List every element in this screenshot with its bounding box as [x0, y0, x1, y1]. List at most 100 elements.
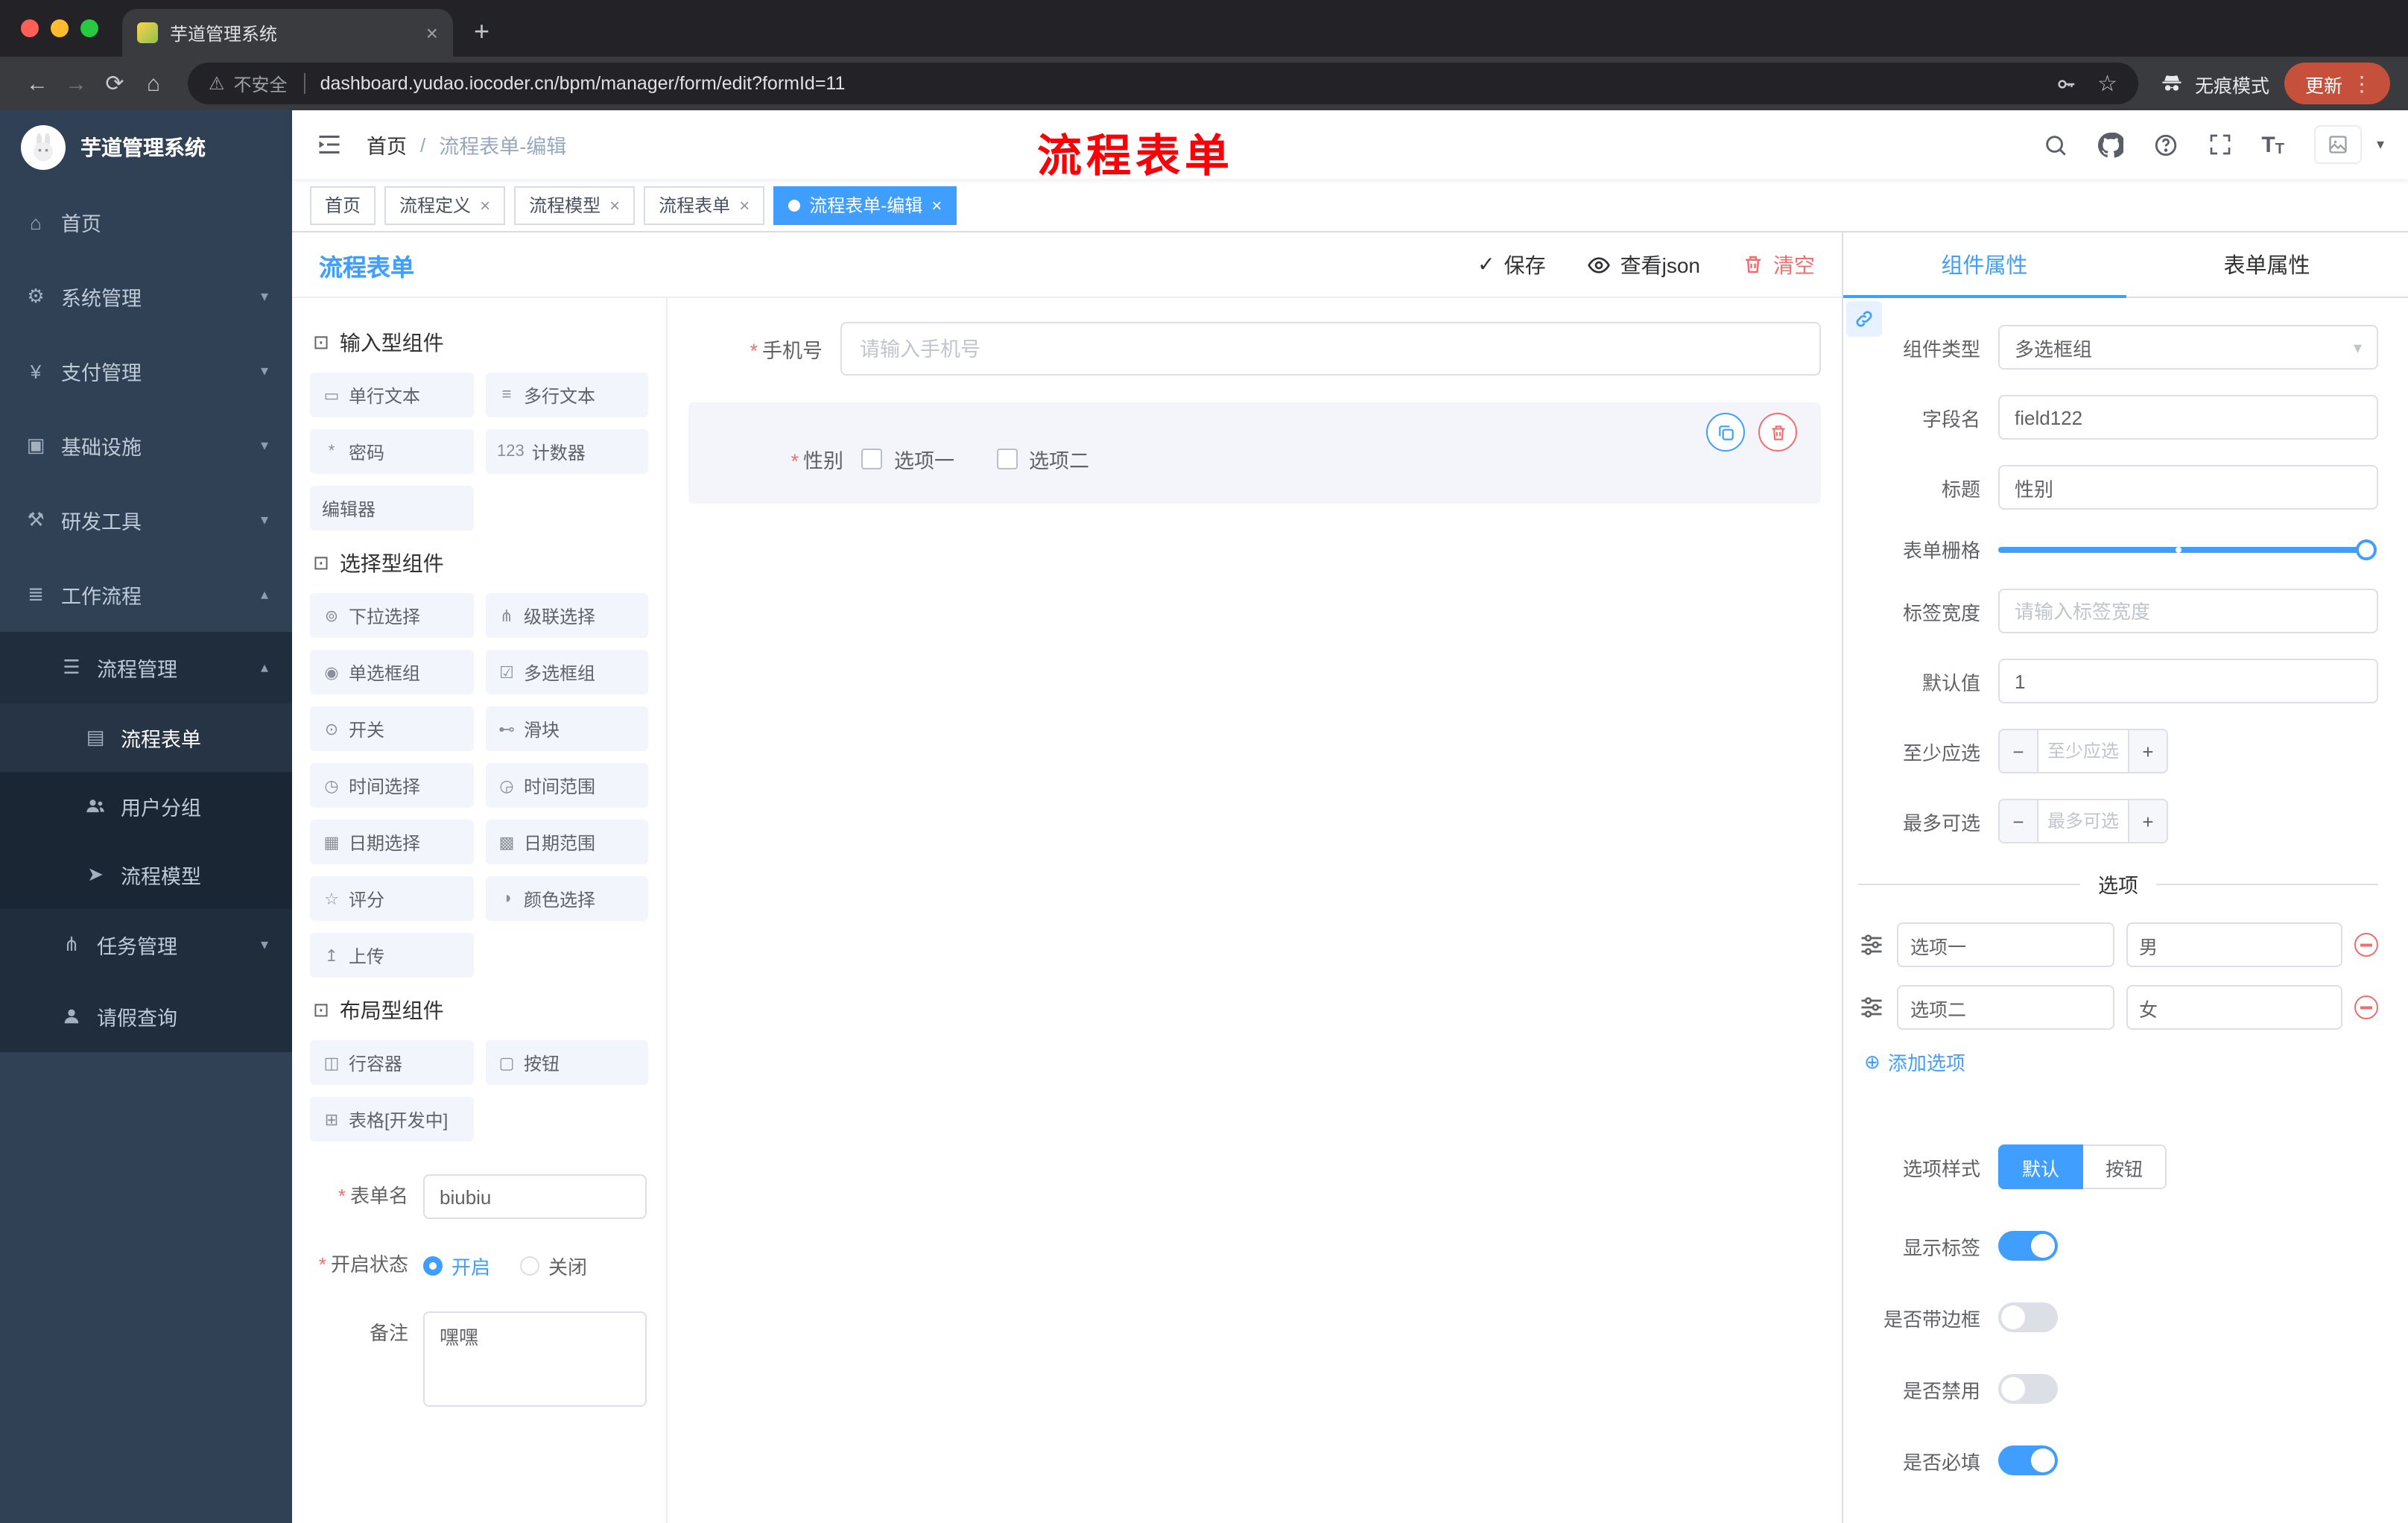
label-width-input[interactable]	[1998, 589, 2378, 633]
delete-component-button[interactable]	[1758, 413, 1797, 452]
canvas-field-gender-selected[interactable]: 性别 选项一 选项二	[688, 402, 1821, 504]
sidebar-item-home[interactable]: ⌂ 首页	[0, 185, 292, 259]
disabled-toggle[interactable]	[1998, 1374, 2058, 1404]
palette-item-color-picker[interactable]: ◑ 颜色选择	[485, 876, 648, 921]
component-type-select[interactable]: 多选框组 ▾	[1998, 325, 2378, 370]
palette-item-table[interactable]: ⊞ 表格[开发中]	[310, 1097, 473, 1142]
palette-item-checkbox-group[interactable]: ☑ 多选框组	[485, 650, 648, 694]
tab-close-icon[interactable]: ×	[426, 22, 438, 43]
grid-slider[interactable]	[1998, 539, 2377, 560]
option-label-input[interactable]	[1897, 922, 2114, 967]
form-link-button[interactable]	[1846, 301, 1882, 337]
sidebar-item-leave-query[interactable]: 请假查询	[0, 981, 292, 1052]
field-name-input[interactable]	[1998, 395, 2378, 440]
option-value-input[interactable]	[2126, 922, 2342, 967]
page-tab-process-model[interactable]: 流程模型 ×	[514, 186, 636, 224]
palette-item-select[interactable]: ⊚ 下拉选择	[310, 593, 473, 638]
palette-item-editor[interactable]: 编辑器	[310, 486, 473, 531]
reload-button[interactable]: ⟳	[95, 70, 134, 97]
sidebar-item-task-management[interactable]: ⋔ 任务管理 ▾	[0, 909, 292, 981]
url-text[interactable]: dashboard.yudao.iocoder.cn/bpm/manager/f…	[303, 73, 2033, 94]
palette-item-date-range[interactable]: ▩ 日期范围	[485, 820, 648, 864]
palette-item-single-line-text[interactable]: ▭ 单行文本	[310, 373, 473, 417]
sidebar-item-payment-management[interactable]: ¥ 支付管理 ▾	[0, 334, 292, 408]
sidebar-item-process-form[interactable]: ▤ 流程表单	[0, 703, 292, 772]
browser-update-button[interactable]: 更新 ⋮	[2284, 63, 2390, 104]
slider-handle[interactable]	[2356, 539, 2377, 560]
decrease-button[interactable]: −	[2000, 800, 2038, 842]
palette-item-date-picker[interactable]: ▦ 日期选择	[310, 820, 473, 864]
tab-form-props[interactable]: 表单属性	[2126, 232, 2408, 297]
window-zoom-button[interactable]	[80, 19, 98, 37]
sidebar-item-process-management[interactable]: ☰ 流程管理 ▴	[0, 632, 292, 703]
page-tab-process-definition[interactable]: 流程定义 ×	[384, 186, 506, 224]
breadcrumb-home[interactable]: 首页	[367, 130, 407, 159]
phone-input[interactable]	[840, 322, 1821, 376]
increase-button[interactable]: +	[2128, 730, 2167, 772]
decrease-button[interactable]: −	[2000, 730, 2038, 772]
sidebar-item-system-management[interactable]: ⚙ 系统管理 ▾	[0, 259, 292, 334]
canvas-field-phone[interactable]: 手机号	[688, 322, 1821, 376]
remark-textarea[interactable]: 嘿嘿	[423, 1311, 647, 1407]
status-radio-off[interactable]: 关闭	[520, 1251, 587, 1279]
style-default-button[interactable]: 默认	[1998, 1144, 2084, 1189]
github-icon[interactable]	[2097, 132, 2123, 157]
new-tab-button[interactable]: +	[474, 16, 489, 48]
palette-item-time-picker[interactable]: ◷ 时间选择	[310, 763, 473, 808]
font-size-icon[interactable]: TT	[2261, 132, 2284, 157]
page-tab-process-form-edit[interactable]: 流程表单-编辑 ×	[773, 186, 957, 224]
app-logo[interactable]: 芋道管理系统	[0, 110, 292, 185]
required-toggle[interactable]	[1998, 1446, 2058, 1475]
back-button[interactable]: ←	[18, 71, 57, 96]
palette-item-radio-group[interactable]: ◉ 单选框组	[310, 650, 473, 694]
add-option-button[interactable]: ⊕ 添加选项	[1864, 1048, 2378, 1076]
avatar-caret-icon[interactable]: ▾	[2377, 136, 2384, 153]
style-button-button[interactable]: 按钮	[2083, 1144, 2167, 1189]
palette-item-multi-line-text[interactable]: ≡ 多行文本	[485, 373, 648, 417]
min-select-input[interactable]	[2038, 730, 2128, 772]
page-tab-process-form[interactable]: 流程表单 ×	[644, 186, 765, 224]
max-select-input[interactable]	[2038, 800, 2128, 842]
home-button[interactable]: ⌂	[134, 71, 173, 96]
drag-handle-icon[interactable]	[1858, 994, 1885, 1021]
clear-button[interactable]: 清空	[1742, 250, 1815, 279]
save-button[interactable]: ✓ 保存	[1477, 250, 1545, 279]
view-json-button[interactable]: 查看json	[1588, 250, 1700, 279]
tab-close-icon[interactable]: ×	[931, 194, 942, 215]
sidebar-item-infrastructure[interactable]: ▣ 基础设施 ▾	[0, 408, 292, 483]
browser-tab[interactable]: 芋道管理系统 ×	[122, 9, 453, 57]
tab-close-icon[interactable]: ×	[480, 194, 490, 215]
palette-item-slider[interactable]: ⊷ 滑块	[485, 706, 648, 751]
drag-handle-icon[interactable]	[1858, 931, 1885, 958]
address-bar[interactable]: ⚠ 不安全 dashboard.yudao.iocoder.cn/bpm/man…	[188, 63, 2138, 104]
tab-component-props[interactable]: 组件属性	[1843, 232, 2126, 298]
sidebar-item-user-group[interactable]: 用户分组	[0, 772, 292, 840]
sidebar-toggle-button[interactable]	[316, 131, 343, 158]
remove-option-button[interactable]	[2354, 995, 2378, 1019]
default-value-input[interactable]	[1998, 659, 2378, 703]
page-tab-home[interactable]: 首页	[310, 186, 376, 224]
user-avatar[interactable]	[2313, 125, 2362, 164]
palette-item-upload[interactable]: ↥ 上传	[310, 933, 473, 978]
tab-close-icon[interactable]: ×	[739, 194, 750, 215]
search-icon[interactable]	[2042, 132, 2068, 157]
forward-button[interactable]: →	[57, 71, 95, 96]
palette-item-counter[interactable]: 123 计数器	[485, 429, 648, 474]
palette-item-row-container[interactable]: ◫ 行容器	[310, 1040, 473, 1085]
option-label-input[interactable]	[1897, 985, 2114, 1030]
window-minimize-button[interactable]	[51, 19, 69, 37]
window-close-button[interactable]	[21, 19, 39, 37]
palette-item-time-range[interactable]: ◶ 时间范围	[485, 763, 648, 808]
password-key-icon[interactable]	[2054, 72, 2076, 95]
security-label[interactable]: 不安全	[234, 71, 288, 96]
remove-option-button[interactable]	[2354, 933, 2378, 957]
with-border-toggle[interactable]	[1998, 1302, 2058, 1332]
tab-close-icon[interactable]: ×	[609, 194, 620, 215]
bookmark-star-icon[interactable]: ☆	[2097, 70, 2117, 97]
show-label-toggle[interactable]	[1998, 1231, 2058, 1261]
sidebar-item-workflow[interactable]: ≣ 工作流程 ▴	[0, 557, 292, 632]
palette-item-password[interactable]: * 密码	[310, 429, 473, 474]
gender-option-2-checkbox[interactable]: 选项二	[996, 444, 1089, 474]
palette-item-cascader[interactable]: ⋔ 级联选择	[485, 593, 648, 638]
sidebar-item-process-model[interactable]: ➤ 流程模型	[0, 840, 292, 909]
